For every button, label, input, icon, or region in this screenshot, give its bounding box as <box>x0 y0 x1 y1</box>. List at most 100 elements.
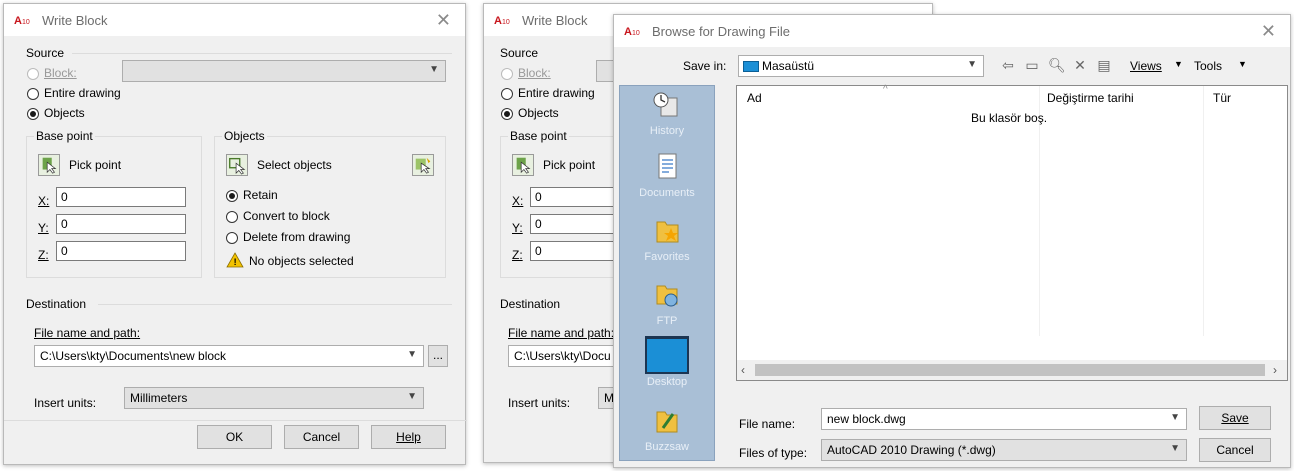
x-input[interactable]: 0 <box>56 187 186 207</box>
title-bar: A 10 Browse for Drawing File ✕ <box>614 15 1290 47</box>
tools-menu[interactable]: Tools <box>1194 59 1222 73</box>
z-input[interactable]: 0 <box>530 241 620 261</box>
y-input[interactable]: 0 <box>56 214 186 234</box>
files-of-type-label: Files of type: <box>739 446 808 460</box>
objects-group-label: Objects <box>222 129 267 143</box>
save-in-value: Masaüstü <box>762 59 815 73</box>
entire-drawing-radio[interactable] <box>27 88 39 100</box>
save-button[interactable]: Save <box>1199 406 1271 430</box>
window-title: Write Block <box>42 13 108 28</box>
block-radio[interactable] <box>501 68 513 80</box>
column-header-name[interactable]: Ad <box>747 91 762 105</box>
pick-point-button[interactable] <box>38 154 60 176</box>
block-combo[interactable]: ▼ <box>122 60 446 82</box>
y-label: Y: <box>512 221 523 235</box>
help-button[interactable]: Help <box>371 425 446 449</box>
scroll-thumb[interactable] <box>755 364 1265 376</box>
file-path-combo[interactable]: C:\Users\kty\Docu <box>508 345 628 367</box>
place-desktop-label: Desktop <box>646 376 688 388</box>
z-label: Z: <box>38 248 49 262</box>
cancel-button[interactable]: Cancel <box>284 425 359 449</box>
back-arrow-icon[interactable]: ⇦ <box>1000 57 1016 73</box>
x-label: X: <box>512 194 524 208</box>
place-desktop[interactable]: Desktop <box>620 336 714 388</box>
buzzsaw-icon <box>656 411 678 433</box>
column-divider <box>1203 86 1204 336</box>
window-title: Browse for Drawing File <box>652 24 790 39</box>
files-of-type-combo[interactable]: AutoCAD 2010 Drawing (*.dwg) ▼ <box>821 439 1187 461</box>
scroll-left-icon[interactable]: ‹ <box>741 363 745 377</box>
source-separator <box>72 53 452 54</box>
z-label: Z: <box>512 248 523 262</box>
pick-point-icon <box>516 157 531 174</box>
y-label: Y: <box>38 221 49 235</box>
delete-from-drawing-radio[interactable] <box>226 232 238 244</box>
destination-label: Destination <box>500 297 561 311</box>
insert-units-label: Insert units: <box>508 396 571 410</box>
retain-radio[interactable] <box>226 190 238 202</box>
footer-separator <box>4 420 467 421</box>
pick-point-button[interactable] <box>512 154 534 176</box>
pick-point-label: Pick point <box>69 158 122 172</box>
z-input[interactable]: 0 <box>56 241 186 261</box>
search-web-icon[interactable]: 🔍︎ <box>1048 57 1066 73</box>
pick-point-icon <box>42 157 57 174</box>
x-input[interactable]: 0 <box>530 187 620 207</box>
delete-from-drawing-label: Delete from drawing <box>243 230 351 244</box>
y-input[interactable]: 0 <box>530 214 620 234</box>
place-buzzsaw[interactable]: Buzzsaw <box>620 406 714 453</box>
insert-units-value: Millimeters <box>130 391 188 405</box>
select-objects-button[interactable] <box>226 154 248 176</box>
place-ftp[interactable]: FTP <box>620 280 714 327</box>
save-in-combo[interactable]: Masaüstü ▼ <box>738 55 984 77</box>
svg-text:A: A <box>624 26 632 38</box>
tools-dropdown-icon[interactable]: ▼ <box>1238 59 1247 69</box>
views-menu[interactable]: Views <box>1130 59 1162 73</box>
new-folder-icon[interactable]: ▤ <box>1096 57 1112 73</box>
quick-select-button[interactable] <box>412 154 434 176</box>
close-icon[interactable]: ✕ <box>436 10 451 31</box>
chevron-down-icon: ▼ <box>429 64 439 75</box>
objects-radio[interactable] <box>27 108 39 120</box>
column-header-type[interactable]: Tür <box>1213 91 1231 105</box>
file-path-combo[interactable]: C:\Users\kty\Documents\new block ▼ <box>34 345 424 367</box>
file-list[interactable]: Ad ^ Değiştirme tarihi Tür Bu klasör boş… <box>736 84 1288 381</box>
autocad-app-icon: A 10 <box>14 15 30 27</box>
views-dropdown-icon[interactable]: ▼ <box>1174 59 1183 69</box>
ok-button[interactable]: OK <box>197 425 272 449</box>
block-radio[interactable] <box>27 68 39 80</box>
cancel-button[interactable]: Cancel <box>1199 438 1271 462</box>
place-favorites[interactable]: Favorites <box>620 216 714 263</box>
insert-units-combo[interactable]: Millimeters ▼ <box>124 387 424 409</box>
place-documents[interactable]: Documents <box>620 152 714 199</box>
convert-to-block-radio[interactable] <box>226 211 238 223</box>
base-point-label: Base point <box>34 129 95 143</box>
insert-units-label: Insert units: <box>34 396 97 410</box>
pick-point-label: Pick point <box>543 158 596 172</box>
select-objects-label: Select objects <box>257 158 332 172</box>
autocad-app-icon: A 10 <box>624 26 640 38</box>
entire-drawing-label: Entire drawing <box>518 86 595 100</box>
place-ftp-label: FTP <box>656 315 678 327</box>
destination-separator <box>98 304 452 305</box>
entire-drawing-radio[interactable] <box>501 88 513 100</box>
desktop-folder-icon <box>743 61 759 72</box>
column-header-modified[interactable]: Değiştirme tarihi <box>1047 91 1134 105</box>
up-folder-icon[interactable]: ▭ <box>1024 57 1040 73</box>
delete-icon[interactable]: ✕ <box>1072 57 1088 73</box>
write-block-dialog: A 10 Write Block ✕ Source Block: ▼ Entire… <box>3 3 467 465</box>
x-label: X: <box>38 194 50 208</box>
browse-button[interactable]: ... <box>428 345 448 367</box>
chevron-down-icon: ▼ <box>407 391 417 402</box>
history-icon <box>653 92 678 117</box>
scroll-right-icon[interactable]: › <box>1273 363 1277 377</box>
block-radio-label: Block: <box>44 66 77 80</box>
chevron-down-icon: ▼ <box>407 349 417 360</box>
convert-to-block-label: Convert to block <box>243 209 330 223</box>
file-name-combo[interactable]: new block.dwg ▼ <box>821 408 1187 430</box>
close-icon[interactable]: ✕ <box>1261 21 1276 42</box>
objects-radio[interactable] <box>501 108 513 120</box>
chevron-down-icon: ▼ <box>967 59 977 70</box>
horizontal-scrollbar[interactable]: ‹ › <box>737 360 1287 380</box>
place-history[interactable]: History <box>620 90 714 137</box>
